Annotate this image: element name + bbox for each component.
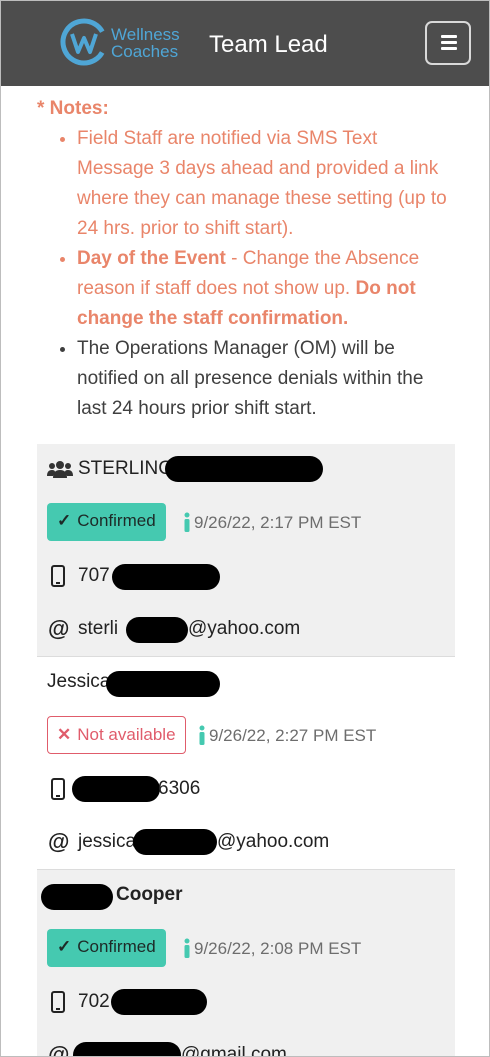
staff-status-row: ✓ Confirmed 9/26/22, 2:17 PM EST bbox=[37, 496, 455, 550]
status-badge-confirmed[interactable]: ✓ Confirmed bbox=[47, 503, 166, 541]
staff-phone-row: 702 bbox=[37, 976, 455, 1029]
staff-email-domain[interactable]: @yahoo.com bbox=[188, 618, 300, 640]
staff-name-row: Jessica bbox=[37, 657, 455, 709]
staff-list: STERLING ✓ Confirmed 9/26/22, 2:17 PM EST… bbox=[37, 444, 455, 1057]
checkmark-icon: ✓ bbox=[57, 511, 72, 530]
staff-email-domain[interactable]: @yahoo.com bbox=[217, 831, 329, 853]
notes-title: * Notes: bbox=[37, 98, 109, 119]
brand-name: Wellness Coaches bbox=[111, 26, 180, 60]
redacted-surname bbox=[106, 671, 220, 697]
at-sign-icon: @ bbox=[48, 616, 70, 641]
staff-card[interactable]: STERLING ✓ Confirmed 9/26/22, 2:17 PM EST… bbox=[37, 444, 455, 657]
status-badge-not-available[interactable]: ✕ Not available bbox=[47, 716, 186, 754]
staff-card[interactable]: Cooper ✓ Confirmed 9/26/22, 2:08 PM EST 7… bbox=[37, 870, 455, 1057]
staff-email-prefix[interactable]: jessica bbox=[78, 831, 136, 853]
page-title: Team Lead bbox=[209, 31, 328, 58]
note-item-om-text: The Operations Manager (OM) will be noti… bbox=[77, 338, 424, 419]
person-icon bbox=[199, 725, 205, 745]
staff-phone-row: 707 bbox=[37, 550, 455, 603]
notes-section: * Notes: Field Staff are notified via SM… bbox=[1, 86, 489, 424]
staff-phone[interactable]: 707 bbox=[78, 565, 110, 587]
status-badge-label: Confirmed bbox=[77, 937, 156, 956]
staff-phone[interactable]: 6306 bbox=[158, 778, 200, 800]
redacted-email bbox=[73, 1042, 181, 1056]
staff-phone-row: 6306 bbox=[37, 763, 455, 816]
at-sign-icon: @ bbox=[48, 1042, 70, 1057]
staff-name-row: STERLING bbox=[37, 444, 455, 496]
note-item-sms-text: Field Staff are notified via SMS Text Me… bbox=[77, 128, 447, 239]
staff-email-row: @ @gmail.com bbox=[37, 1029, 455, 1057]
person-icon bbox=[184, 512, 190, 532]
staff-status-row: ✓ Confirmed 9/26/22, 2:08 PM EST bbox=[37, 922, 455, 976]
at-sign-icon: @ bbox=[48, 829, 70, 854]
status-timestamp: 9/26/22, 2:17 PM EST bbox=[194, 513, 362, 532]
redacted-email bbox=[133, 829, 217, 855]
staff-email-prefix[interactable]: sterli bbox=[78, 618, 118, 640]
mobile-phone-icon bbox=[51, 778, 65, 800]
note-item-sms: Field Staff are notified via SMS Text Me… bbox=[77, 124, 453, 244]
staff-status-row: ✕ Not available 9/26/22, 2:27 PM EST bbox=[37, 709, 455, 763]
redacted-email bbox=[126, 617, 188, 643]
notes-list: Field Staff are notified via SMS Text Me… bbox=[37, 124, 453, 424]
mobile-phone-icon bbox=[51, 565, 65, 587]
brand-line-2: Coaches bbox=[111, 42, 179, 61]
staff-name: Jessica bbox=[47, 671, 111, 692]
staff-name: STERLING bbox=[78, 458, 174, 479]
note-item-om: The Operations Manager (OM) will be noti… bbox=[77, 334, 453, 424]
staff-name: Cooper bbox=[116, 884, 183, 905]
redacted-phone bbox=[111, 989, 207, 1015]
users-group-icon bbox=[47, 461, 73, 478]
redacted-phone bbox=[72, 776, 160, 802]
person-icon bbox=[184, 938, 190, 958]
staff-card[interactable]: Jessica ✕ Not available 9/26/22, 2:27 PM … bbox=[37, 657, 455, 870]
top-navbar: Wellness Coaches Team Lead bbox=[1, 1, 489, 86]
status-timestamp: 9/26/22, 2:27 PM EST bbox=[209, 726, 377, 745]
redacted-phone bbox=[112, 564, 220, 590]
app-frame: Wellness Coaches Team Lead * Notes: Fiel… bbox=[0, 0, 490, 1057]
staff-phone[interactable]: 702 bbox=[78, 991, 110, 1013]
staff-email-row: @ sterli @yahoo.com bbox=[37, 603, 455, 656]
redacted-first-name bbox=[41, 884, 113, 910]
note-bold-day-of-event: Day of the Event bbox=[77, 248, 226, 269]
status-badge-confirmed[interactable]: ✓ Confirmed bbox=[47, 929, 166, 967]
checkmark-icon: ✓ bbox=[57, 937, 72, 956]
mobile-phone-icon bbox=[51, 991, 65, 1013]
x-mark-icon: ✕ bbox=[57, 725, 72, 744]
status-badge-label: Not available bbox=[77, 725, 176, 744]
staff-name-row: Cooper bbox=[37, 870, 455, 922]
status-timestamp: 9/26/22, 2:08 PM EST bbox=[194, 939, 362, 958]
status-badge-label: Confirmed bbox=[77, 511, 156, 530]
note-item-day-of-event: Day of the Event - Change the Absence re… bbox=[77, 244, 453, 334]
menu-toggle-button[interactable] bbox=[425, 21, 471, 65]
staff-email-row: @ jessica @yahoo.com bbox=[37, 816, 455, 869]
wellness-coaches-logo-icon bbox=[60, 18, 108, 66]
redacted-surname bbox=[165, 456, 323, 482]
staff-email-domain[interactable]: @gmail.com bbox=[181, 1044, 287, 1056]
